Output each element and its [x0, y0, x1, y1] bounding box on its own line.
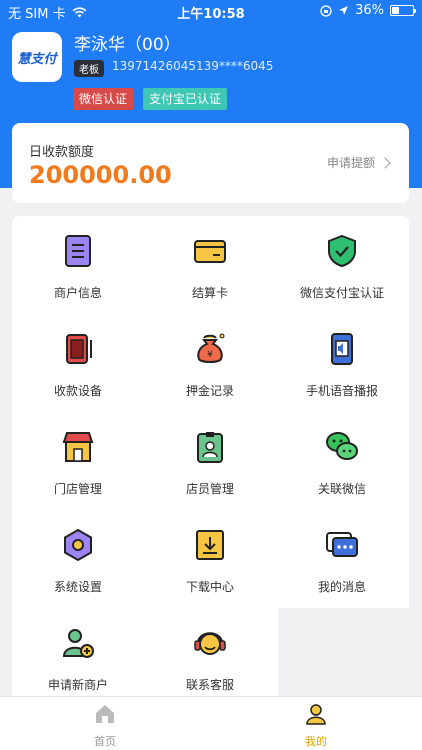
tab-mine-label: 我的 [305, 735, 327, 748]
download-box-icon [196, 530, 224, 560]
menu-label: 申请新商户 [47, 678, 108, 692]
menu-merchant-info[interactable]: 商户信息 [12, 216, 144, 314]
menu-label: 收款设备 [53, 384, 102, 398]
menu-label: 门店管理 [53, 482, 102, 496]
menu-my-messages[interactable]: 我的消息 [276, 510, 408, 608]
menu-bank-card[interactable]: 结算卡 [144, 216, 276, 314]
menu-download-center[interactable]: 下载中心 [144, 510, 276, 608]
menu-grid: 商户信息 结算卡 微信支付宝认证 收款设备 ¥ 押金记录 手机语音播报 门店管理… [12, 216, 409, 608]
request-increase-label: 申请提额 [326, 156, 375, 170]
menu-store-management[interactable]: 门店管理 [12, 412, 144, 510]
store-icon [62, 432, 94, 462]
svg-text:¥: ¥ [207, 350, 213, 360]
wechat-verified-tag: 微信认证 [73, 88, 134, 110]
menu-label: 联系客服 [185, 678, 234, 692]
user-name: 李泳华（00） [74, 35, 181, 55]
menu-deposit-record[interactable]: ¥ 押金记录 [144, 314, 276, 412]
tab-mine[interactable]: 我的 [276, 703, 356, 749]
menu-label: 结算卡 [191, 286, 228, 300]
tab-home-label: 首页 [94, 735, 116, 748]
role-badge: 老板 [74, 60, 104, 77]
home-icon [96, 705, 114, 723]
menu-label: 手机语音播报 [305, 384, 378, 398]
bank-card-icon [194, 240, 226, 263]
menu-label: 我的消息 [317, 580, 366, 594]
pos-device-icon [66, 334, 92, 364]
headset-icon [194, 632, 226, 655]
request-increase-link[interactable]: 申请提额 [326, 154, 391, 171]
app-logo: 慧支付 [12, 32, 62, 82]
menu-label: 系统设置 [53, 580, 102, 594]
deposit-bag-icon: ¥ [197, 333, 225, 363]
settings-hex-icon [64, 528, 92, 562]
menu-pos-device[interactable]: 收款设备 [12, 314, 144, 412]
message-icon [326, 532, 358, 557]
shield-check-icon [328, 234, 356, 268]
menu-contact-support[interactable]: 联系客服 [144, 608, 276, 706]
menu-voice-broadcast[interactable]: 手机语音播报 [276, 314, 408, 412]
menu-grid-last-row: 申请新商户 联系客服 [12, 608, 278, 696]
menu-label: 下载中心 [185, 580, 234, 594]
user-icon [306, 704, 326, 725]
alipay-verified-tag: 支付宝已认证 [143, 88, 228, 110]
add-user-icon [62, 629, 94, 658]
battery-icon [390, 5, 416, 16]
menu-staff-management[interactable]: 店员管理 [144, 412, 276, 510]
menu-label: 商户信息 [53, 286, 102, 300]
daily-limit-label: 日收款额度 [29, 145, 95, 160]
status-bar: 无 SIM 卡 上午10:58 36% [0, 0, 422, 22]
menu-system-settings[interactable]: 系统设置 [12, 510, 144, 608]
location-arrow-icon [339, 6, 349, 15]
battery-percent: 36% [355, 3, 384, 18]
phone-number: 13971426045 [112, 59, 196, 73]
tab-home[interactable]: 首页 [65, 703, 145, 749]
merchant-info-icon [65, 235, 91, 267]
daily-limit-card: 日收款额度 200000.00 申请提额 [12, 123, 409, 203]
daily-limit-value: 200000.00 [29, 161, 172, 189]
staff-badge-icon [197, 432, 223, 463]
menu-label: 押金记录 [185, 384, 234, 398]
logo-text: 慧支付 [17, 51, 57, 67]
menu-label: 关联微信 [317, 482, 366, 496]
chevron-right-icon [379, 156, 391, 169]
menu-label: 微信支付宝认证 [299, 286, 384, 300]
wechat-icon [326, 432, 358, 460]
menu-label: 店员管理 [185, 482, 234, 496]
menu-wechat-alipay-auth[interactable]: 微信支付宝认证 [276, 216, 408, 314]
menu-apply-new-merchant[interactable]: 申请新商户 [12, 608, 144, 706]
phone-speaker-icon [331, 333, 353, 365]
phone-number-masked: 139****6045 [196, 59, 274, 73]
rotation-lock-icon [320, 4, 332, 17]
bottom-tab-bar: 首页 我的 [0, 696, 422, 750]
menu-link-wechat[interactable]: 关联微信 [276, 412, 408, 510]
